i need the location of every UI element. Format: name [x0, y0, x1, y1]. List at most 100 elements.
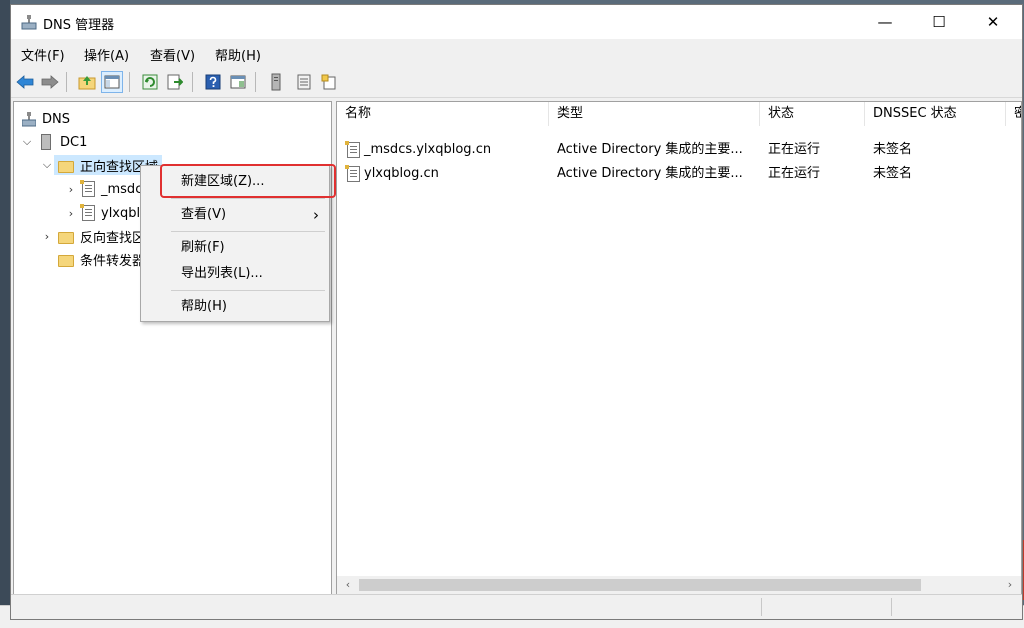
cell-type: Active Directory 集成的主要...: [557, 142, 743, 157]
context-item-view[interactable]: 查看(V) ›: [141, 203, 329, 227]
close-icon: ✕: [986, 13, 1000, 31]
up-level-button[interactable]: [76, 71, 98, 93]
context-item-export-list[interactable]: 导出列表(L)...: [141, 262, 329, 286]
scrollbar-thumb[interactable]: [359, 579, 921, 591]
chevron-right-icon[interactable]: ›: [64, 183, 78, 196]
menu-action[interactable]: 操作(A): [84, 45, 129, 64]
new-zone-icon: [321, 74, 336, 90]
column-header-name[interactable]: 名称: [337, 102, 549, 126]
export-list-icon: [167, 74, 183, 90]
context-item-refresh[interactable]: 刷新(F): [141, 236, 329, 260]
properties-icon: [230, 75, 246, 89]
forward-arrow-icon: [41, 75, 59, 89]
cell-dnssec: 未签名: [873, 166, 913, 181]
show-hide-tree-icon: [104, 75, 120, 89]
minimize-button[interactable]: —: [858, 5, 912, 39]
tree-label-dns: DNS: [42, 111, 70, 127]
menu-bar: 文件(F) 操作(A) 查看(V) 帮助(H): [11, 41, 1022, 65]
server-button[interactable]: [265, 71, 287, 93]
zone-icon: [80, 204, 95, 221]
horizontal-scrollbar[interactable]: ‹ ›: [337, 576, 1021, 594]
folder-icon: [58, 254, 74, 267]
cell-status: 正在运行: [768, 142, 821, 157]
chevron-right-icon[interactable]: ›: [40, 230, 54, 243]
refresh-icon: [142, 74, 158, 90]
toolbar-separator: [192, 72, 193, 92]
cell-name-text: ylxqblog.cn: [364, 166, 439, 181]
context-menu-separator: [171, 231, 325, 232]
status-segment: [761, 598, 892, 616]
server-icon: [271, 73, 281, 91]
help-button[interactable]: [202, 71, 224, 93]
up-folder-icon: [78, 76, 96, 90]
zone-icon: [80, 180, 95, 197]
cell-status: 正在运行: [768, 166, 821, 181]
window-title: DNS 管理器: [43, 18, 115, 33]
context-menu: 新建区域(Z)... 查看(V) › 刷新(F) 导出列表(L)... 帮助(H…: [140, 165, 330, 322]
folder-icon: [58, 160, 74, 173]
back-arrow-icon: [16, 75, 34, 89]
list-item[interactable]: _msdcs.ylxqblog.cn Active Directory 集成的主…: [337, 138, 1021, 162]
column-header-dnssec[interactable]: DNSSEC 状态: [865, 102, 1006, 126]
minimize-icon: —: [877, 13, 893, 31]
column-header-key-master[interactable]: 密: [1006, 102, 1021, 126]
chevron-down-icon[interactable]: ⌵: [40, 158, 54, 172]
server-icon: [41, 134, 51, 150]
show-hide-console-tree-button[interactable]: [101, 71, 123, 93]
column-header-status[interactable]: 状态: [760, 102, 865, 126]
submenu-arrow-icon: ›: [313, 206, 319, 224]
menu-help[interactable]: 帮助(H): [215, 45, 261, 64]
toolbar-separator: [255, 72, 256, 92]
dns-app-icon: [21, 15, 37, 30]
tree-label-dc1: DC1: [60, 134, 88, 150]
context-menu-separator: [171, 198, 325, 199]
properties-button[interactable]: [227, 71, 249, 93]
column-header-type[interactable]: 类型: [549, 102, 760, 126]
toolbar-separator: [66, 72, 67, 92]
title-bar[interactable]: DNS 管理器 — ☐ ✕: [11, 5, 1022, 39]
context-menu-separator: [171, 290, 325, 291]
menu-view[interactable]: 查看(V): [150, 45, 195, 64]
desktop-background-left: [0, 0, 10, 627]
tree-item-dns[interactable]: DNS: [20, 108, 70, 130]
maximize-icon: ☐: [932, 13, 946, 31]
column-headers: 名称 类型 状态 DNSSEC 状态 密: [337, 102, 1021, 126]
list-item[interactable]: ylxqblog.cn Active Directory 集成的主要... 正在…: [337, 162, 1021, 186]
new-zone-toolbar-button[interactable]: [318, 71, 340, 93]
context-item-new-zone[interactable]: 新建区域(Z)...: [141, 170, 329, 194]
chevron-right-icon[interactable]: ›: [64, 207, 78, 220]
help-icon: [205, 74, 221, 90]
tree-item-conditional-forwarders[interactable]: 条件转发器: [54, 248, 145, 270]
context-item-view-label: 查看(V): [181, 207, 227, 222]
close-button[interactable]: ✕: [966, 5, 1020, 39]
folder-icon: [58, 231, 74, 244]
tree-label-conditional: 条件转发器: [80, 253, 146, 269]
scroll-left-arrow-icon[interactable]: ‹: [339, 576, 357, 594]
tree-item-dc1[interactable]: ⌵ DC1: [20, 131, 87, 153]
status-bar: [11, 594, 1022, 619]
refresh-button[interactable]: [139, 71, 161, 93]
export-list-button[interactable]: [164, 71, 186, 93]
maximize-button[interactable]: ☐: [912, 5, 966, 39]
menu-file[interactable]: 文件(F): [21, 45, 65, 64]
dns-manager-window: DNS 管理器 — ☐ ✕ 文件(F) 操作(A) 查看(V) 帮助(H) DN…: [10, 4, 1023, 620]
forward-button[interactable]: [39, 71, 61, 93]
list-view-button[interactable]: [293, 71, 315, 93]
scroll-right-arrow-icon[interactable]: ›: [1001, 576, 1019, 594]
cell-dnssec: 未签名: [873, 142, 913, 157]
cell-type: Active Directory 集成的主要...: [557, 166, 743, 181]
chevron-down-icon[interactable]: ⌵: [20, 135, 34, 149]
toolbar-separator: [129, 72, 130, 92]
cell-name-text: _msdcs.ylxqblog.cn: [364, 142, 492, 157]
back-button[interactable]: [14, 71, 36, 93]
zone-icon: [345, 165, 360, 182]
results-pane[interactable]: 名称 类型 状态 DNSSEC 状态 密 _msdcs.ylxqblog.cn …: [336, 101, 1022, 595]
status-segment: [11, 598, 762, 616]
cell-name: _msdcs.ylxqblog.cn: [343, 138, 543, 162]
toolbar: [11, 67, 1022, 98]
dns-root-icon: [22, 111, 36, 126]
cell-name: ylxqblog.cn: [343, 162, 543, 186]
list-icon: [297, 74, 311, 90]
zone-icon: [345, 141, 360, 158]
context-item-help[interactable]: 帮助(H): [141, 295, 329, 319]
